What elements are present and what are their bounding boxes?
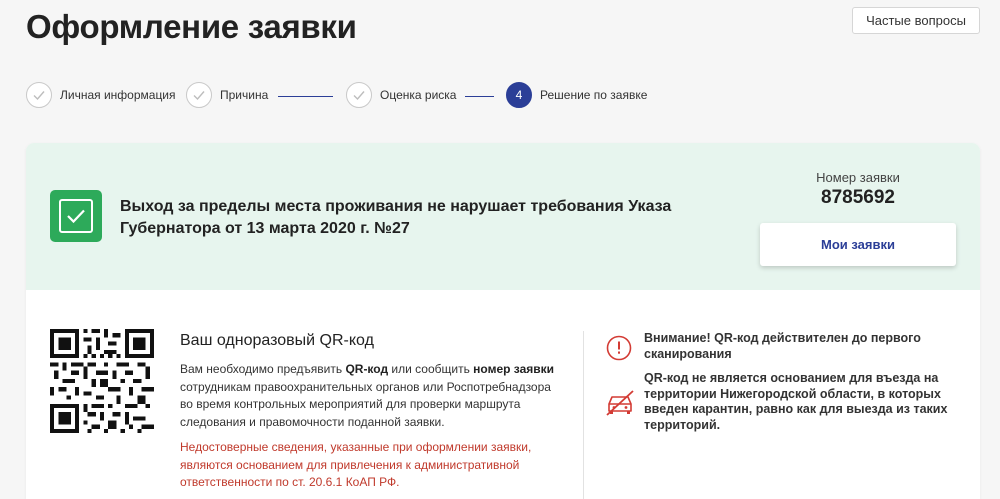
check-icon	[26, 82, 52, 108]
result-card: Выход за пределы места проживания не нар…	[26, 143, 980, 499]
step-connector	[278, 96, 333, 97]
request-number-value: 8785692	[821, 187, 895, 208]
no-car-icon	[606, 390, 634, 416]
step-connector	[465, 96, 494, 97]
step-risk-assessment[interactable]: Оценка риска	[346, 82, 456, 108]
application-page: Оформление заявки Частые вопросы Личная …	[0, 0, 1000, 499]
step-label: Причина	[220, 88, 269, 102]
my-requests-button[interactable]: Мои заявки	[760, 223, 956, 266]
step-label: Личная информация	[60, 88, 176, 102]
entry-restriction-notice: QR-код не является основанием для въезда…	[644, 371, 948, 432]
column-divider	[583, 331, 584, 499]
step-personal-info[interactable]: Личная информация	[26, 82, 176, 108]
result-message: Выход за пределы места проживания не нар…	[120, 198, 672, 237]
result-banner: Выход за пределы места проживания не нар…	[26, 143, 980, 290]
liability-warning: Недостоверные сведения, указанные при оф…	[180, 440, 532, 489]
step-label: Оценка риска	[380, 88, 457, 102]
check-icon	[346, 82, 372, 108]
qr-description: Вам необходимо предъявить QR-код или соо…	[180, 362, 555, 429]
qr-code-image	[50, 329, 154, 433]
single-use-notice: Внимание! QR-код действителен до первого…	[644, 331, 921, 361]
step-label: Решение по заявке	[540, 88, 648, 102]
alert-icon	[606, 335, 632, 361]
qr-title: Ваш одноразовый QR-код	[180, 332, 374, 349]
page-title: Оформление заявки	[26, 8, 357, 45]
step-number-badge: 4	[506, 82, 532, 108]
request-number-label: Номер заявки	[816, 170, 900, 185]
progress-steps: Личная информация Причина Оценка риска 4…	[26, 82, 726, 112]
faq-button[interactable]: Частые вопросы	[852, 7, 980, 34]
step-reason[interactable]: Причина	[186, 82, 268, 108]
check-icon	[186, 82, 212, 108]
success-check-icon	[50, 190, 102, 242]
step-decision[interactable]: 4 Решение по заявке	[506, 82, 647, 108]
